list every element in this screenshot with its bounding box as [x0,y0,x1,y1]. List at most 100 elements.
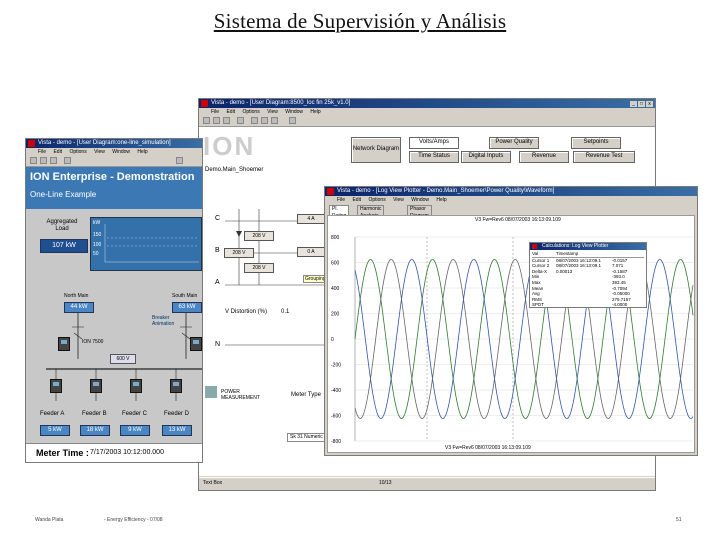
menu-edit[interactable]: Edit [53,149,62,155]
load-trend-chart: kW 150 100 50 [90,217,202,271]
meter-time-value: 7/17/2003 10:12:00.000 [90,449,164,456]
waveform-y-tick: 400 [331,286,340,292]
feeder-d-name: Feeder D [164,411,190,417]
menu-view[interactable]: View [267,109,278,115]
vista-logo-icon [327,188,334,195]
volts-amps-button[interactable]: Volts/Amps [409,137,459,149]
close-icon[interactable]: x [646,101,653,107]
waveform-window-title: Vista - demo - [Log View Plotter - Demo.… [337,188,555,194]
oneline-header-subtitle: One-Line Example [30,190,97,199]
vista-logo-icon [201,100,208,107]
menu-view[interactable]: View [94,149,105,155]
digital-inputs-button[interactable]: Digital Inputs [461,151,511,163]
help-icon[interactable] [176,157,183,164]
revenue-test-button[interactable]: Revenue Test [573,151,635,163]
open-icon[interactable] [213,117,220,124]
menu-file[interactable]: File [337,197,345,203]
time-status-button[interactable]: Time Status [409,151,459,163]
north-meter-icon [58,337,70,351]
menu-window[interactable]: Window [285,109,303,115]
north-meter-label: ION 7500 [82,339,104,345]
menu-file[interactable]: File [211,109,219,115]
meter-time-bar: Meter Time : 7/17/2003 10:12:00.000 [26,443,202,462]
menu-edit[interactable]: Edit [352,197,361,203]
cut-icon[interactable] [251,117,258,124]
feeder-a-meter-icon [50,379,62,393]
feeder-d-value: 13 kW [162,425,192,436]
power-measurement-logo [205,386,217,398]
voltage-c-value: 208 V [244,231,274,241]
status-text-right: 10/13 [379,480,392,486]
revenue-button[interactable]: Revenue [519,151,569,163]
back-window-title: Vista - demo - [User Diagram:8500_loc fi… [211,100,351,106]
feeder-c-value: 9 kW [120,425,150,436]
calculations-header-cell: Timestamp [556,251,579,256]
south-meter-icon [190,337,202,351]
load-trend-svg [104,224,199,263]
calculations-title: Calculations: Log View Plotter [542,243,609,249]
back-window-toolbar [199,116,655,127]
meter-time-label: Meter Time : [36,448,89,458]
minimize-icon[interactable]: _ [630,101,637,107]
footer-subtitle: - Energy Efficiency - 07/08 [104,517,163,523]
status-text-left: Text Box [203,480,223,486]
feeder-a-value: 5 kW [40,425,70,436]
trend-y-tick: 150 [93,232,102,238]
save-icon[interactable] [50,157,57,164]
footer-author: Wanda Plata [35,517,64,523]
menu-edit[interactable]: Edit [226,109,235,115]
oneline-header-title: ION Enterprise - Demonstration [30,171,195,183]
network-diagram-button[interactable]: Network Diagram [351,137,401,163]
oneline-menubar: File Edit Options View Window Help [26,148,202,156]
feeder-c-name: Feeder C [122,411,148,417]
print-icon[interactable] [64,157,71,164]
ion-watermark: ION [203,131,256,161]
menu-help[interactable]: Help [310,109,320,115]
power-quality-button[interactable]: Power Quality [489,137,539,149]
print-icon[interactable] [237,117,244,124]
menu-options[interactable]: Options [69,149,86,155]
calculations-cell: SPDT [532,302,545,308]
menu-window[interactable]: Window [411,197,429,203]
trend-y-unit: kW [93,220,101,226]
oneline-titlebar[interactable]: Vista - demo - [User Diagram:one-line_si… [26,139,202,148]
aggregated-load-label: Aggregated Load [46,219,78,232]
waveform-titlebar[interactable]: Vista - demo - [Log View Plotter - Demo.… [325,187,697,196]
menu-help[interactable]: Help [436,197,446,203]
new-icon[interactable] [30,157,37,164]
paste-icon[interactable] [271,117,278,124]
feeder-b-value: 18 kW [80,425,110,436]
menu-options[interactable]: Options [368,197,385,203]
menu-help[interactable]: Help [137,149,147,155]
voltage-a-value: 208 V [244,263,274,273]
calculations-cell [556,302,612,307]
slide-title: Sistema de Supervisión y Análisis [213,9,507,33]
waveform-y-tick: -600 [331,414,341,420]
current-c-value: 4 A [297,214,325,224]
breaker-animation-label: Breaker Animation [152,315,175,327]
bus-voltage-value: 600 V [110,354,136,364]
menu-window[interactable]: Window [112,149,130,155]
help-icon[interactable] [289,117,296,124]
waveform-x-label: V3 Fw=Rev6 08/07/2003 16:13:09.109 [445,445,531,451]
calculations-table: Val Timestamp Cursor 1 08/07/2003 16:13:09.… [532,251,644,308]
back-window-titlebar[interactable]: Vista - demo - [User Diagram:8500_loc fi… [199,99,655,108]
menu-options[interactable]: Options [242,109,259,115]
waveform-menubar: File Edit Options View Window Help [325,196,697,204]
menu-file[interactable]: File [38,149,46,155]
open-icon[interactable] [40,157,47,164]
oneline-header: ION Enterprise - Demonstration One-Line … [26,167,202,209]
copy-icon[interactable] [261,117,268,124]
trend-y-tick: 50 [93,251,99,257]
calculations-window: Calculations: Log View Plotter Val Timest… [529,242,647,308]
oneline-window: Vista - demo - [User Diagram:one-line_si… [25,138,203,463]
new-icon[interactable] [203,117,210,124]
setpoints-button[interactable]: Setpoints [571,137,621,149]
waveform-y-tick: 200 [331,312,340,318]
menu-view[interactable]: View [393,197,404,203]
calculations-titlebar[interactable]: Calculations: Log View Plotter [530,243,646,250]
power-measurement-text: POWER MEASUREMENT [221,389,260,401]
maximize-icon[interactable]: □ [638,101,645,107]
save-icon[interactable] [223,117,230,124]
calculations-header: Val Timestamp [532,251,644,258]
